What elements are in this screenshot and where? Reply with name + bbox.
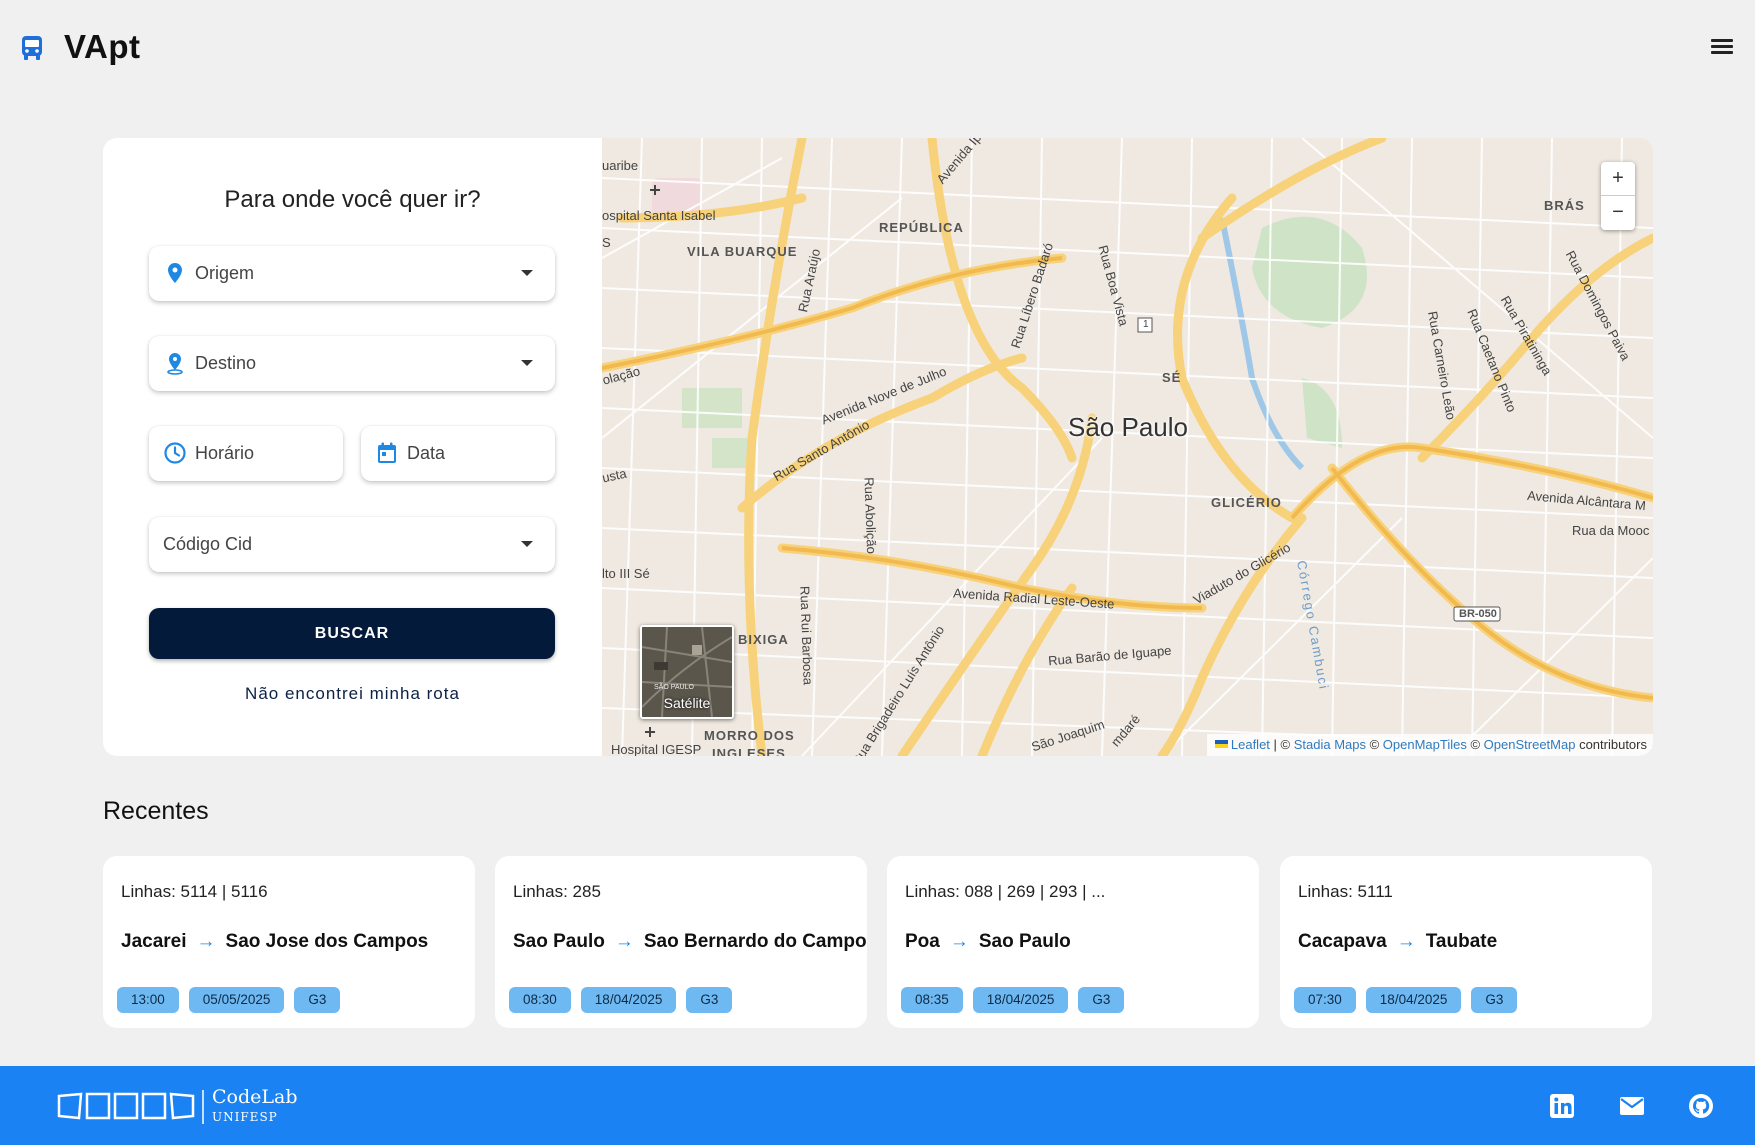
route-lines: Linhas: 5114 | 5116	[121, 882, 268, 901]
stadia-link[interactable]: Stadia Maps	[1294, 737, 1366, 752]
codelab-name: CodeLab UNIFESP	[212, 1086, 298, 1125]
route-chips: 08:35 18/04/2025 G3	[901, 987, 1125, 1013]
route-path: Poa → Sao Paulo	[905, 931, 1071, 952]
date-chip: 05/05/2025	[188, 987, 285, 1013]
map-label: BR-050	[1459, 608, 1497, 620]
leaflet-link[interactable]: Leaflet	[1231, 737, 1270, 752]
map-label: Rua da Mooc	[1572, 523, 1650, 538]
recent-route-card[interactable]: Linhas: 285 Sao Paulo → Sao Bernardo do Ca…	[495, 856, 867, 1028]
map-tiles	[602, 138, 1653, 756]
route-search-card: Para onde você quer ir? Origem Destino H…	[103, 138, 1653, 756]
route-path: Sao Paulo → Sao Bernardo do Campo	[513, 931, 867, 952]
chevron-down-icon	[521, 270, 533, 276]
clock-icon	[164, 442, 186, 464]
arrow-right-icon: →	[1396, 931, 1416, 952]
footer: CodeLab UNIFESP	[0, 1066, 1755, 1145]
destination-pin-icon	[167, 353, 183, 375]
menu-icon	[1711, 39, 1733, 42]
satellite-thumb-text: SÃO PAULO	[654, 682, 694, 691]
codelab-logo-icon	[57, 1090, 204, 1124]
map-label: lto III Sé	[602, 566, 650, 581]
zoom-out-button[interactable]: −	[1601, 196, 1635, 230]
map-label: REPÚBLICA	[879, 220, 964, 235]
menu-button[interactable]	[1708, 36, 1736, 60]
calendar-icon	[378, 442, 396, 463]
map-label: INGLESES	[712, 746, 786, 756]
date-chip: 18/04/2025	[1365, 987, 1462, 1013]
zoom-in-button[interactable]: +	[1601, 162, 1635, 196]
app-header: VApt	[0, 0, 1755, 100]
code-select[interactable]: Código Cid	[149, 517, 555, 572]
bus-icon	[22, 36, 42, 60]
linkedin-icon[interactable]	[1548, 1092, 1576, 1120]
map-label: ospital Santa Isabel	[602, 208, 716, 223]
recent-title: Recentes	[103, 797, 209, 825]
route-lines: Linhas: 285	[513, 882, 601, 901]
ukraine-flag-icon	[1214, 740, 1228, 748]
date-field[interactable]: Data	[361, 426, 555, 481]
destination-select[interactable]: Destino	[149, 336, 555, 391]
time-chip: 07:30	[1294, 987, 1356, 1013]
arrow-right-icon: →	[196, 931, 216, 952]
origin-select[interactable]: Origem	[149, 246, 555, 301]
openmaptiles-link[interactable]: OpenMapTiles	[1383, 737, 1467, 752]
time-chip: 08:30	[509, 987, 571, 1013]
mail-icon[interactable]	[1618, 1092, 1646, 1120]
route-chips: 08:30 18/04/2025 G3	[509, 987, 733, 1013]
date-label: Data	[407, 443, 446, 463]
map-label: Hospital IGESP	[611, 742, 702, 756]
tag-chip: G3	[1471, 987, 1518, 1013]
map-label: BIXIGA	[738, 632, 789, 647]
map-city-label: São Paulo	[1068, 412, 1188, 442]
recent-route-card[interactable]: Linhas: 088 | 269 | 293 | ... Poa → Sao Pa…	[887, 856, 1259, 1028]
time-label: Horário	[195, 443, 255, 463]
code-label: Código Cid	[163, 534, 253, 554]
map-label: Rua Abolição	[861, 476, 880, 555]
tag-chip: G3	[686, 987, 733, 1013]
route-path: Jacarei → Sao Jose dos Campos	[121, 931, 429, 952]
route-lines: Linhas: 5111	[1298, 882, 1393, 901]
map-label: GLICÉRIO	[1211, 495, 1282, 510]
github-icon[interactable]	[1687, 1092, 1715, 1120]
map-label: S	[602, 235, 611, 250]
chevron-down-icon	[521, 360, 533, 366]
date-chip: 18/04/2025	[972, 987, 1069, 1013]
map-view[interactable]: REPÚBLICA VILA BUARQUE SÉ GLICÉRIO BIXIG…	[602, 138, 1653, 756]
location-pin-icon	[168, 263, 182, 283]
route-path: Cacapava → Taubate	[1298, 931, 1498, 952]
arrow-right-icon: →	[949, 931, 969, 952]
search-title: Para onde você quer ir?	[224, 186, 481, 213]
map-label: MORRO DOS	[704, 728, 795, 743]
time-chip: 08:35	[901, 987, 963, 1013]
date-chip: 18/04/2025	[580, 987, 677, 1013]
route-lines: Linhas: 088 | 269 | 293 | ...	[905, 882, 1106, 901]
route-chips: 13:00 05/05/2025 G3	[117, 987, 341, 1013]
map-label: SÉ	[1162, 370, 1182, 385]
recent-route-card[interactable]: Linhas: 5111 Cacapava → Taubate 07:30 18/0…	[1280, 856, 1652, 1028]
openstreetmap-link[interactable]: OpenStreetMap	[1484, 737, 1576, 752]
route-not-found-link[interactable]: Não encontrei minha rota	[103, 684, 602, 704]
satellite-toggle[interactable]: SÃO PAULO Satélite	[640, 625, 734, 719]
tag-chip: G3	[294, 987, 341, 1013]
map-label: uaribe	[602, 158, 639, 173]
search-form: Para onde você quer ir? Origem Destino H…	[103, 138, 602, 756]
map-attribution: Leaflet | © Stadia Maps © OpenMapTiles ©…	[1206, 734, 1653, 756]
recent-route-card[interactable]: Linhas: 5114 | 5116 Jacarei → Sao Jose dos…	[103, 856, 475, 1028]
map-label: BRÁS	[1544, 198, 1585, 213]
satellite-label: Satélite	[663, 695, 711, 711]
search-button[interactable]: BUSCAR	[149, 608, 555, 659]
map-label: VILA BUARQUE	[687, 244, 798, 259]
zoom-control: + −	[1601, 162, 1635, 230]
time-field[interactable]: Horário	[149, 426, 343, 481]
map-label: 1	[1143, 319, 1149, 330]
time-chip: 13:00	[117, 987, 179, 1013]
route-chips: 07:30 18/04/2025 G3	[1294, 987, 1518, 1013]
chevron-down-icon	[521, 541, 533, 547]
app-title: VApt	[64, 28, 141, 65]
destination-label: Destino	[195, 353, 257, 373]
origin-label: Origem	[195, 263, 255, 283]
tag-chip: G3	[1078, 987, 1125, 1013]
arrow-right-icon: →	[614, 931, 634, 952]
codelab-sub: UNIFESP	[212, 1110, 278, 1124]
